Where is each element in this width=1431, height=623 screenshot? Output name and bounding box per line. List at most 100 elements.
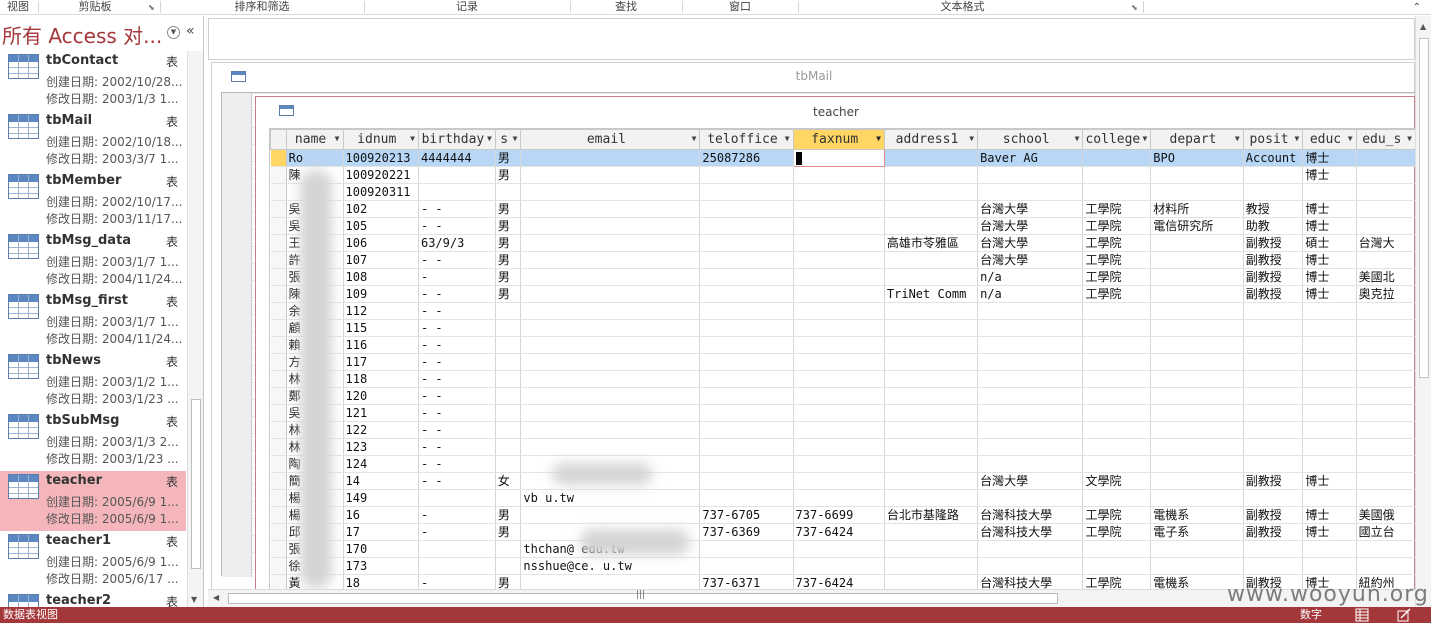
workspace-vertical-scrollbar[interactable]: ▲: [1415, 16, 1431, 607]
cell-idnum[interactable]: 117: [343, 353, 419, 371]
cell-address1[interactable]: [884, 404, 979, 422]
cell-email[interactable]: [520, 319, 701, 337]
cell-educ[interactable]: [1302, 353, 1357, 371]
cell-s[interactable]: [495, 438, 522, 456]
cell-edu-s[interactable]: 國立台: [1356, 523, 1416, 541]
ribbon-group-view[interactable]: 视图: [0, 0, 36, 15]
cell-depart[interactable]: [1150, 370, 1244, 388]
cell-idnum[interactable]: 121: [343, 404, 419, 422]
cell-teloffice[interactable]: [699, 302, 794, 320]
cell-depart[interactable]: 材料所: [1150, 200, 1244, 218]
cell-email[interactable]: vb u.tw: [520, 489, 701, 507]
cell-edu-s[interactable]: 台灣大: [1356, 234, 1416, 252]
record-selector[interactable]: [270, 268, 287, 286]
cell-posit[interactable]: [1243, 353, 1304, 371]
cell-faxnum[interactable]: [793, 455, 885, 473]
column-header-college[interactable]: college ▼: [1082, 129, 1152, 150]
record-selector[interactable]: [270, 506, 287, 524]
cell-address1[interactable]: 台北市基隆路: [884, 506, 979, 524]
record-selector[interactable]: [270, 217, 287, 235]
column-filter-dropdown-icon[interactable]: ▼: [876, 134, 881, 143]
cell-email[interactable]: [520, 353, 701, 371]
cell-email[interactable]: nsshue@ce. u.tw: [520, 557, 701, 575]
cell-idnum[interactable]: 108: [343, 268, 419, 286]
cell-birthday[interactable]: - -: [418, 200, 496, 218]
cell-email[interactable]: [520, 183, 701, 201]
cell-college[interactable]: 文學院: [1082, 472, 1152, 490]
record-selector[interactable]: [270, 336, 287, 354]
cell-birthday[interactable]: 4444444: [418, 149, 496, 167]
cell-teloffice[interactable]: [699, 370, 794, 388]
cell-depart[interactable]: [1150, 268, 1244, 286]
cell-college[interactable]: 工學院: [1082, 217, 1152, 235]
cell-college[interactable]: [1082, 438, 1152, 456]
cell-birthday[interactable]: - -: [418, 370, 496, 388]
cell-college[interactable]: [1082, 540, 1152, 558]
table-row[interactable]: 余 112- -: [270, 302, 1416, 320]
cell-idnum[interactable]: 170: [343, 540, 419, 558]
nav-item-tbsubmsg[interactable]: tbSubMsg 表创建日期: 2003/1/3 2... 修改日期: 2003/1…: [0, 411, 186, 471]
record-selector[interactable]: [270, 489, 287, 507]
cell-address1[interactable]: [884, 183, 979, 201]
cell-address1[interactable]: [884, 319, 979, 337]
cell-educ[interactable]: [1302, 438, 1357, 456]
column-filter-dropdown-icon[interactable]: ▼: [969, 134, 974, 143]
cell-educ[interactable]: [1302, 183, 1357, 201]
cell-school[interactable]: [977, 319, 1084, 337]
cell-teloffice[interactable]: [699, 217, 794, 235]
cell-email[interactable]: [520, 200, 701, 218]
record-selector[interactable]: [270, 353, 287, 371]
column-header-email[interactable]: email ▼: [520, 129, 701, 150]
cell-school[interactable]: [977, 404, 1084, 422]
scroll-up-icon[interactable]: ▲: [1420, 22, 1426, 31]
cell-teloffice[interactable]: 737-6369: [699, 523, 794, 541]
cell-posit[interactable]: [1243, 557, 1304, 575]
cell-college[interactable]: 工學院: [1082, 234, 1152, 252]
cell-educ[interactable]: [1302, 319, 1357, 337]
cell-college[interactable]: [1082, 370, 1152, 388]
cell-school[interactable]: [977, 540, 1084, 558]
cell-educ[interactable]: 博士: [1302, 523, 1357, 541]
cell-s[interactable]: [495, 455, 522, 473]
cell-s[interactable]: 男: [495, 251, 522, 269]
cell-educ[interactable]: [1302, 489, 1357, 507]
cell-edu-s[interactable]: [1356, 438, 1416, 456]
column-header-posit[interactable]: posit ▼: [1242, 129, 1304, 150]
cell-birthday[interactable]: - -: [418, 251, 496, 269]
cell-college[interactable]: [1082, 336, 1152, 354]
table-row[interactable]: 吳 105- - 男台灣大學 工學院 電信研究所 助教 博士: [270, 217, 1416, 235]
table-row[interactable]: 徐 173 nsshue@ce. u.tw: [270, 557, 1416, 575]
cell-birthday[interactable]: - -: [418, 404, 496, 422]
cell-educ[interactable]: [1302, 404, 1357, 422]
cell-birthday[interactable]: [418, 557, 496, 575]
table-row[interactable]: 賴 116- -: [270, 336, 1416, 354]
column-filter-dropdown-icon[interactable]: ▼: [513, 134, 518, 143]
cell-school[interactable]: 台灣大學: [977, 217, 1084, 235]
column-header-depart[interactable]: depart ▼: [1150, 129, 1244, 150]
cell-address1[interactable]: [884, 200, 979, 218]
cell-educ[interactable]: 博士: [1302, 166, 1357, 184]
cell-school[interactable]: [977, 370, 1084, 388]
column-filter-dropdown-icon[interactable]: ▼: [1235, 134, 1240, 143]
cell-depart[interactable]: BPO: [1150, 149, 1244, 167]
cell-school[interactable]: 台灣大學: [977, 251, 1084, 269]
record-selector[interactable]: [270, 540, 287, 558]
cell-school[interactable]: [977, 166, 1084, 184]
table-row[interactable]: 顧 115- -: [270, 319, 1416, 337]
cell-school[interactable]: [977, 557, 1084, 575]
nav-item-tbmember[interactable]: tbMember 表创建日期: 2002/10/17... 修改日期: 2003/1…: [0, 171, 186, 231]
cell-idnum[interactable]: 123: [343, 438, 419, 456]
cell-idnum[interactable]: 120: [343, 387, 419, 405]
cell-address1[interactable]: [884, 540, 979, 558]
column-filter-dropdown-icon[interactable]: ▼: [692, 134, 697, 143]
cell-edu-s[interactable]: [1356, 404, 1416, 422]
cell-posit[interactable]: [1243, 387, 1304, 405]
cell-idnum[interactable]: 100920311: [343, 183, 419, 201]
cell-email[interactable]: [520, 251, 701, 269]
cell-email[interactable]: [520, 302, 701, 320]
table-row[interactable]: 簡 14- - 女台灣大學 文學院 副教授 博士: [270, 472, 1416, 490]
cell-birthday[interactable]: - -: [418, 353, 496, 371]
column-filter-dropdown-icon[interactable]: ▼: [487, 134, 492, 143]
cell-depart[interactable]: [1150, 540, 1244, 558]
cell-faxnum[interactable]: [793, 353, 885, 371]
